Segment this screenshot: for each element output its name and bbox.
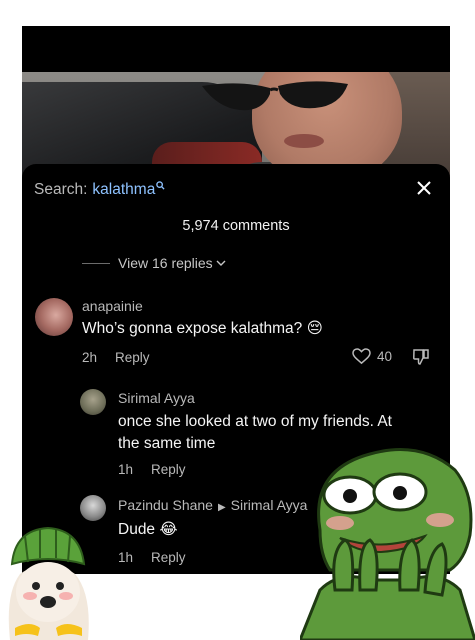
comment-text-body: Who’s gonna expose kalathma? bbox=[82, 320, 303, 337]
sunglasses-shape bbox=[202, 81, 348, 111]
dog-sticker bbox=[8, 526, 89, 640]
avatar[interactable] bbox=[80, 495, 106, 521]
reply-meta: 1h Reply bbox=[118, 550, 186, 565]
reply-emoji: 😂 bbox=[159, 521, 178, 538]
avatar[interactable] bbox=[80, 389, 106, 415]
search-label: Search: bbox=[34, 181, 88, 198]
reply-text-body: Dude bbox=[118, 521, 156, 538]
divider-line bbox=[82, 262, 110, 264]
comment-emoji: 😔 bbox=[306, 320, 323, 337]
like-button[interactable]: 40 bbox=[352, 348, 392, 365]
dislike-icon[interactable] bbox=[412, 348, 430, 371]
comment-count: 5,974 comments bbox=[182, 218, 290, 234]
view-replies-button[interactable]: View 16 replies bbox=[82, 255, 226, 271]
reply-meta: 1h Reply bbox=[118, 462, 186, 477]
search-row[interactable]: Search: kalathma bbox=[34, 178, 165, 202]
reply-username-row: Pazindu Shane ▶ Sirimal Ayya bbox=[118, 497, 307, 513]
chevron-down-icon bbox=[216, 260, 226, 266]
avatar[interactable] bbox=[35, 298, 73, 336]
reply-to-username[interactable]: Sirimal Ayya bbox=[231, 497, 308, 513]
view-replies-label: View 16 replies bbox=[118, 255, 213, 271]
reply-button[interactable]: Reply bbox=[115, 350, 150, 365]
reply-button[interactable]: Reply bbox=[151, 550, 186, 565]
close-icon[interactable] bbox=[414, 178, 434, 198]
reply-button[interactable]: Reply bbox=[151, 462, 186, 477]
reply-text-line: once she looked at two of my friends. At bbox=[118, 413, 392, 430]
reply-username[interactable]: Pazindu Shane bbox=[118, 497, 213, 513]
triangle-right-icon: ▶ bbox=[217, 502, 226, 513]
comment-time: 2h bbox=[82, 350, 98, 365]
search-icon[interactable] bbox=[156, 177, 165, 195]
lips-shape bbox=[284, 134, 324, 148]
comment-username[interactable]: anapainie bbox=[82, 298, 143, 314]
heart-icon bbox=[352, 348, 371, 365]
pepe-sticker bbox=[300, 448, 475, 640]
search-term-link[interactable]: kalathma bbox=[92, 181, 155, 199]
comment-text: Who’s gonna expose kalathma? 😔 bbox=[82, 318, 323, 340]
comment-meta: 2h Reply bbox=[82, 350, 150, 365]
reply-time: 1h bbox=[118, 462, 134, 477]
like-count: 40 bbox=[377, 349, 393, 364]
reply-time: 1h bbox=[118, 550, 134, 565]
reply-text: Dude 😂 bbox=[118, 519, 178, 541]
reply-username[interactable]: Sirimal Ayya bbox=[118, 390, 195, 406]
